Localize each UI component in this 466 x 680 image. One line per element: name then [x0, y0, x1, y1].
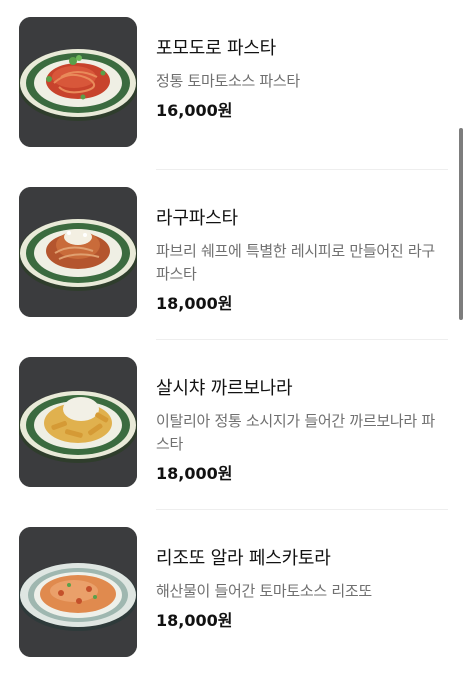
menu-item-price: 16,000원 — [156, 101, 233, 120]
menu-item-risotto[interactable]: 리조또 알라 페스카토라 해산물이 들어간 토마토소스 리조또 18,000원 — [0, 510, 466, 680]
menu-item-price: 18,000원 — [156, 294, 233, 313]
risotto-pescatora-photo — [19, 527, 137, 657]
menu-item-info: 리조또 알라 페스카토라 해산물이 들어간 토마토소스 리조또 18,000원 — [156, 547, 446, 632]
menu-item-carbonara[interactable]: 살시챠 까르보나라 이탈리아 정통 소시지가 들어간 까르보나라 파스타 18,… — [0, 340, 466, 510]
menu-item-name: 살시챠 까르보나라 — [156, 378, 293, 399]
menu-item-pomodoro[interactable]: 포모도로 파스타 정통 토마토소스 파스타 16,000원 — [0, 0, 466, 170]
menu-item-name: 라구파스타 — [156, 208, 238, 229]
menu-item-ragu[interactable]: 라구파스타 파브리 쉐프에 특별한 레시피로 만들어진 라구 파스타 18,00… — [0, 170, 466, 340]
menu-item-description: 정통 토마토소스 파스타 — [156, 72, 300, 90]
menu-item-info: 포모도로 파스타 정통 토마토소스 파스타 16,000원 — [156, 37, 446, 122]
menu-item-description: 이탈리아 정통 소시지가 들어간 까르보나라 파스타 — [156, 412, 435, 453]
menu-item-description: 해산물이 들어간 토마토소스 리조또 — [156, 582, 372, 600]
menu-item-price: 18,000원 — [156, 611, 233, 630]
menu-item-info: 라구파스타 파브리 쉐프에 특별한 레시피로 만들어진 라구 파스타 18,00… — [156, 207, 446, 315]
scrollbar[interactable] — [459, 128, 463, 320]
menu-item-description: 파브리 쉐프에 특별한 레시피로 만들어진 라구 파스타 — [156, 242, 435, 283]
menu-item-info: 살시챠 까르보나라 이탈리아 정통 소시지가 들어간 까르보나라 파스타 18,… — [156, 377, 446, 485]
menu-item-name: 리조또 알라 페스카토라 — [156, 548, 331, 569]
pomodoro-pasta-photo — [19, 17, 137, 147]
menu-item-price: 18,000원 — [156, 464, 233, 483]
ragu-pasta-photo — [19, 187, 137, 317]
salsiccia-carbonara-photo — [19, 357, 137, 487]
menu-item-name: 포모도로 파스타 — [156, 38, 277, 59]
